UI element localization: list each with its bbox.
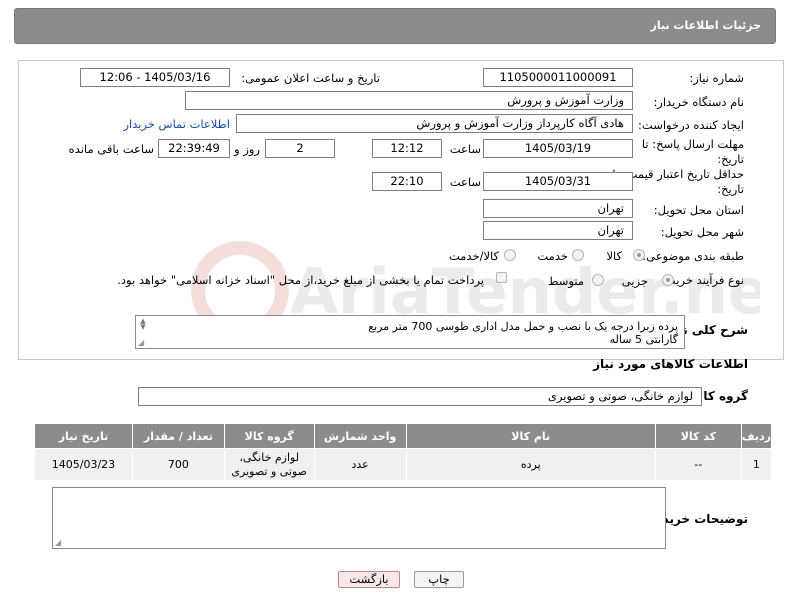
announce-label: تاریخ و ساعت اعلان عمومی: bbox=[241, 71, 380, 85]
category-both-label: کالا/خدمت bbox=[448, 249, 499, 263]
process-radio-medium[interactable] bbox=[592, 274, 604, 286]
buyer-org-label: نام دستگاه خریدار: bbox=[653, 95, 744, 109]
col-date: تاریخ نیاز bbox=[34, 423, 133, 449]
col-group: گروه کالا bbox=[223, 423, 315, 449]
col-name: نام کالا bbox=[405, 423, 656, 449]
creator-label: ایجاد کننده درخواست: bbox=[638, 118, 744, 132]
description-textarea[interactable]: پرده زبرا درجه یک با نصب و حمل مدل اداری… bbox=[135, 315, 685, 349]
city-label: شهر محل تحویل: bbox=[660, 225, 744, 239]
description-line-1: پرده زبرا درجه یک با نصب و حمل مدل اداری… bbox=[368, 320, 678, 333]
category-radio-goods[interactable] bbox=[633, 249, 645, 261]
category-label: طبقه بندی موضوعی: bbox=[642, 249, 744, 263]
page-header: جزئیات اطلاعات نیاز bbox=[14, 8, 776, 44]
resize-handle-icon[interactable]: ◢ bbox=[138, 338, 144, 347]
cell-unit: عدد bbox=[313, 448, 407, 481]
cell-name: پرده bbox=[405, 448, 656, 481]
process-radio-small[interactable] bbox=[662, 274, 674, 286]
province-field: تهران bbox=[483, 199, 633, 218]
col-unit: واحد شمارش bbox=[313, 423, 407, 449]
category-radio-both[interactable] bbox=[504, 249, 516, 261]
resize-handle-icon[interactable]: ◢ bbox=[55, 538, 61, 547]
price-time-label: ساعت bbox=[449, 175, 481, 189]
reply-date-field: 1405/03/19 bbox=[483, 139, 633, 158]
buyer-notes-textarea[interactable]: ◢ bbox=[52, 487, 666, 549]
col-row: ردیف bbox=[740, 423, 773, 449]
category-service-label: خدمت bbox=[537, 249, 568, 263]
announce-field: 1405/03/16 - 12:06 bbox=[80, 68, 230, 87]
cell-code: -- bbox=[654, 448, 742, 481]
description-line-2: گارانتی 5 ساله bbox=[609, 333, 678, 346]
goods-table-header: ردیف کد کالا نام کالا واحد شمارش گروه کا… bbox=[34, 423, 773, 449]
reply-deadline-label: مهلت ارسال پاسخ: تا تاریخ: bbox=[641, 137, 744, 166]
buyer-org-field: وزارت آموزش و پرورش bbox=[185, 91, 633, 110]
cell-row: 1 bbox=[740, 448, 773, 481]
remaining-label: ساعت باقی مانده bbox=[68, 142, 154, 156]
goods-section-title: اطلاعات کالاهای مورد نیاز bbox=[593, 357, 748, 371]
col-qty: تعداد / مقدار bbox=[131, 423, 225, 449]
print-button[interactable]: چاپ bbox=[414, 571, 464, 588]
scroll-arrows-icon[interactable]: ▲ ▼ bbox=[138, 318, 148, 332]
process-small-label: جزیی bbox=[621, 274, 648, 288]
table-row: 1 -- پرده عدد لوازم خانگی، صوتی و تصویری… bbox=[34, 448, 773, 481]
price-time-field: 22:10 bbox=[372, 172, 442, 191]
need-number-label: شماره نیاز: bbox=[689, 71, 744, 85]
category-radio-service[interactable] bbox=[572, 249, 584, 261]
cell-group: لوازم خانگی، صوتی و تصویری bbox=[223, 448, 315, 481]
city-field: تهران bbox=[483, 221, 633, 240]
goods-group-field: لوازم خانگی، صوتی و تصویری bbox=[138, 387, 702, 406]
cell-date: 1405/03/23 bbox=[34, 448, 133, 481]
reply-time-label: ساعت bbox=[449, 142, 481, 156]
process-label: نوع فرآیند خرید : bbox=[662, 273, 744, 287]
back-button[interactable]: بازگشت bbox=[338, 571, 400, 588]
days-label: روز و bbox=[234, 142, 260, 156]
contact-info-link[interactable]: اطلاعات تماس خریدار bbox=[123, 117, 230, 131]
remaining-time-field: 22:39:49 bbox=[158, 139, 230, 158]
province-label: استان محل تحویل: bbox=[653, 203, 744, 217]
treasury-checkbox[interactable] bbox=[496, 272, 507, 283]
category-goods-label: کالا bbox=[606, 249, 622, 263]
payment-note: پرداخت تمام یا بخشی از مبلغ خرید،از محل … bbox=[117, 273, 484, 287]
price-date-field: 1405/03/31 bbox=[483, 172, 633, 191]
goods-table: ردیف کد کالا نام کالا واحد شمارش گروه کا… bbox=[34, 423, 773, 481]
process-medium-label: متوسط bbox=[547, 274, 584, 288]
col-code: کد کالا bbox=[654, 423, 742, 449]
cell-qty: 700 bbox=[131, 448, 225, 481]
reply-time-field: 12:12 bbox=[372, 139, 442, 158]
creator-field: هادی آگاه کارپرداز وزارت آموزش و پرورش bbox=[236, 114, 633, 133]
page-title: جزئیات اطلاعات نیاز bbox=[650, 19, 762, 32]
days-field: 2 bbox=[265, 139, 335, 158]
need-number-field: 1105000011000091 bbox=[483, 68, 633, 87]
